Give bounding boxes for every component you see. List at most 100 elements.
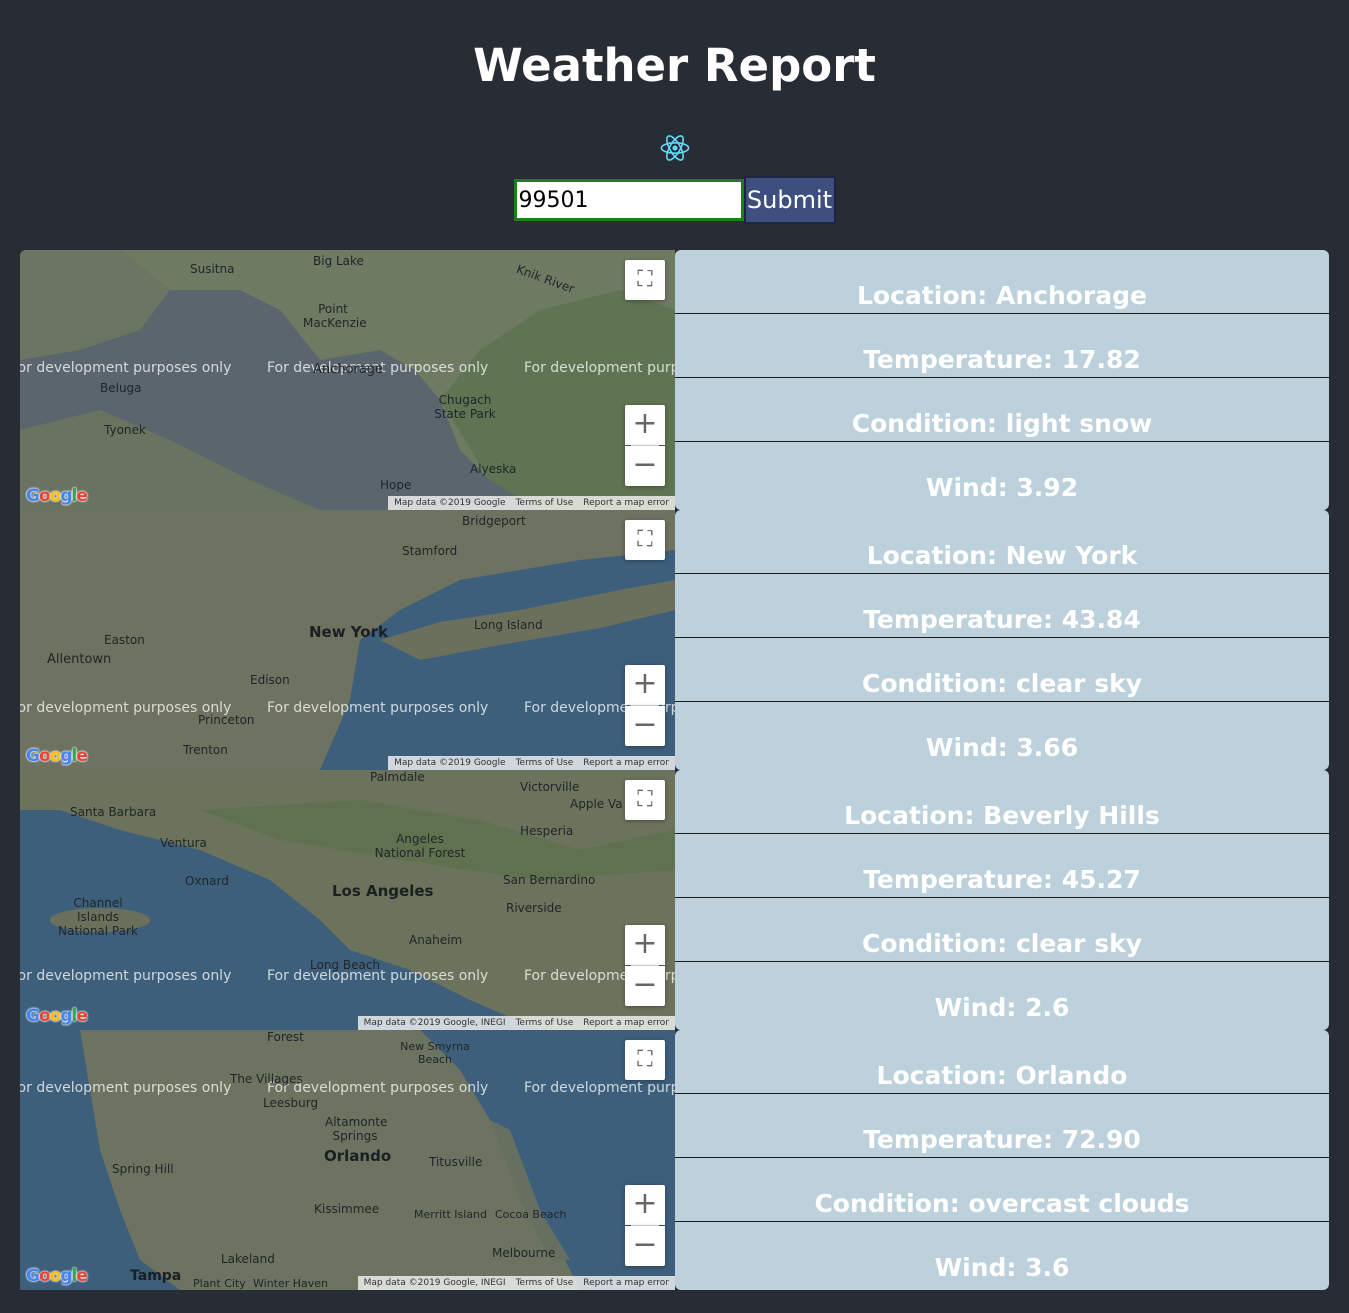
weather-report-row: For development purposes only For develo… — [20, 510, 1329, 770]
zoom-in-button[interactable]: + — [625, 1185, 665, 1225]
map-label: Winter Haven — [253, 1277, 329, 1290]
map-label: Cocoa Beach — [495, 1208, 567, 1221]
zoom-out-button[interactable]: − — [625, 1226, 665, 1266]
map-label: Plant City — [193, 1277, 246, 1290]
temperature-text: Temperature: 43.84 — [675, 574, 1329, 638]
map-label: Anaheim — [409, 933, 463, 947]
map-label: Hope — [380, 478, 412, 492]
report-error-link[interactable]: Report a map error — [583, 1278, 669, 1288]
temperature-text: Temperature: 17.82 — [675, 314, 1329, 378]
map-label: Point MacKenzie — [303, 302, 367, 330]
map-data-text: Map data ©2019 Google, INEGI — [363, 1018, 506, 1028]
map-label: San Bernardino — [503, 873, 596, 887]
map-data-text: Map data ©2019 Google, INEGI — [363, 1278, 506, 1288]
map-label: Hesperia — [520, 824, 574, 838]
fullscreen-button[interactable]: ⛶ — [625, 780, 665, 820]
zoom-out-button[interactable]: − — [625, 706, 665, 746]
location-text: Location: Anchorage — [675, 250, 1329, 314]
zoom-in-button[interactable]: + — [625, 925, 665, 965]
map-attribution: Map data ©2019 Google, INEGI Terms of Use… — [357, 1276, 675, 1290]
map-label: Tyonek — [104, 423, 146, 437]
wind-text: Wind: 3.6 — [934, 1253, 1070, 1282]
map-label: Oxnard — [185, 874, 229, 888]
map-terrain — [20, 250, 675, 510]
zoom-in-button[interactable]: + — [625, 665, 665, 705]
google-logo[interactable]: Google — [26, 746, 88, 766]
map-label: Titusville — [429, 1155, 483, 1169]
map-label: Easton — [104, 633, 145, 647]
zoom-out-button[interactable]: − — [625, 966, 665, 1006]
map-label: Merritt Island — [414, 1208, 488, 1221]
map-label: Apple Va — [570, 797, 623, 811]
weather-info-card: Location: New York Temperature: 43.84 Co… — [675, 510, 1329, 770]
map-label: Bridgeport — [462, 514, 526, 528]
report-error-link[interactable]: Report a map error — [583, 758, 669, 768]
map-label: Long Island — [474, 618, 543, 632]
map-label: Tampa — [130, 1268, 182, 1284]
weather-report-row: For development purposes only For develo… — [20, 1030, 1329, 1290]
map-view[interactable]: For development purposes only For develo… — [20, 250, 675, 510]
map-attribution: Map data ©2019 Google Terms of Use Report … — [388, 496, 675, 510]
map-label: New Smyrna Beach — [400, 1040, 470, 1066]
map-label: Forest — [267, 1030, 304, 1044]
map-label: Alyeska — [470, 462, 517, 476]
map-view[interactable]: For development purposes only For develo… — [20, 1030, 675, 1290]
wind-text: Wind: 2.6 — [934, 993, 1070, 1022]
temperature-text: Temperature: 45.27 — [675, 834, 1329, 898]
google-logo[interactable]: Google — [26, 1266, 88, 1286]
terms-link[interactable]: Terms of Use — [516, 498, 574, 508]
map-label: Spring Hill — [112, 1162, 174, 1176]
map-label: Trenton — [183, 743, 228, 757]
zoom-in-button[interactable]: + — [625, 405, 665, 445]
map-label: Princeton — [198, 713, 255, 727]
map-label: Chugach State Park — [434, 393, 496, 421]
wind-text: Wind: 3.92 — [925, 473, 1079, 502]
map-label: Victorville — [520, 780, 580, 794]
map-attribution: Map data ©2019 Google, INEGI Terms of Use… — [357, 1016, 675, 1030]
map-attribution: Map data ©2019 Google Terms of Use Report … — [388, 756, 675, 770]
location-text: Location: Beverly Hills — [675, 770, 1329, 834]
wind-text: Wind: 3.66 — [925, 733, 1079, 762]
map-label: Stamford — [402, 544, 458, 558]
map-label: Anchorage — [313, 362, 384, 377]
map-label: Long Beach — [310, 958, 381, 972]
submit-button[interactable]: Submit — [743, 176, 836, 224]
weather-info-card: Location: Orlando Temperature: 72.90 Con… — [675, 1030, 1329, 1290]
condition-text: Condition: clear sky — [675, 638, 1329, 702]
react-atom-icon — [660, 135, 689, 161]
terms-link[interactable]: Terms of Use — [516, 1018, 574, 1028]
terms-link[interactable]: Terms of Use — [516, 1278, 574, 1288]
map-label: Leesburg — [263, 1096, 319, 1110]
report-error-link[interactable]: Report a map error — [583, 498, 669, 508]
map-label: Angeles National Forest — [374, 832, 466, 860]
map-label: Melbourne — [492, 1246, 556, 1260]
zip-input[interactable] — [513, 179, 744, 221]
google-logo[interactable]: Google — [26, 1006, 88, 1026]
map-label: New York — [309, 623, 388, 641]
map-view[interactable]: For development purposes only For develo… — [20, 510, 675, 770]
map-label: The Villages — [230, 1072, 303, 1086]
dev-watermark: For development purposes only For develo… — [20, 700, 675, 716]
map-label: Kissimmee — [314, 1202, 380, 1216]
map-label: Orlando — [324, 1147, 392, 1165]
map-label: Susitna — [190, 262, 235, 276]
location-text: Location: New York — [675, 510, 1329, 574]
map-label: Lakeland — [221, 1252, 275, 1266]
fullscreen-button[interactable]: ⛶ — [625, 1040, 665, 1080]
header: Weather Report Submit — [0, 0, 1349, 224]
map-label: Altamonte Springs — [325, 1115, 388, 1143]
map-data-text: Map data ©2019 Google — [394, 758, 506, 768]
map-label: Los Angeles — [332, 882, 434, 900]
map-label: Channel Islands National Park — [58, 896, 138, 938]
condition-text: Condition: clear sky — [675, 898, 1329, 962]
fullscreen-button[interactable]: ⛶ — [625, 260, 665, 300]
weather-report-row: For development purposes only For develo… — [20, 250, 1329, 510]
terms-link[interactable]: Terms of Use — [516, 758, 574, 768]
map-label: Big Lake — [313, 254, 364, 268]
fullscreen-button[interactable]: ⛶ — [625, 520, 665, 560]
zoom-out-button[interactable]: − — [625, 446, 665, 486]
google-logo[interactable]: Google — [26, 486, 88, 506]
map-label: Allentown — [47, 652, 112, 667]
map-view[interactable]: For development purposes only For develo… — [20, 770, 675, 1030]
report-error-link[interactable]: Report a map error — [583, 1018, 669, 1028]
